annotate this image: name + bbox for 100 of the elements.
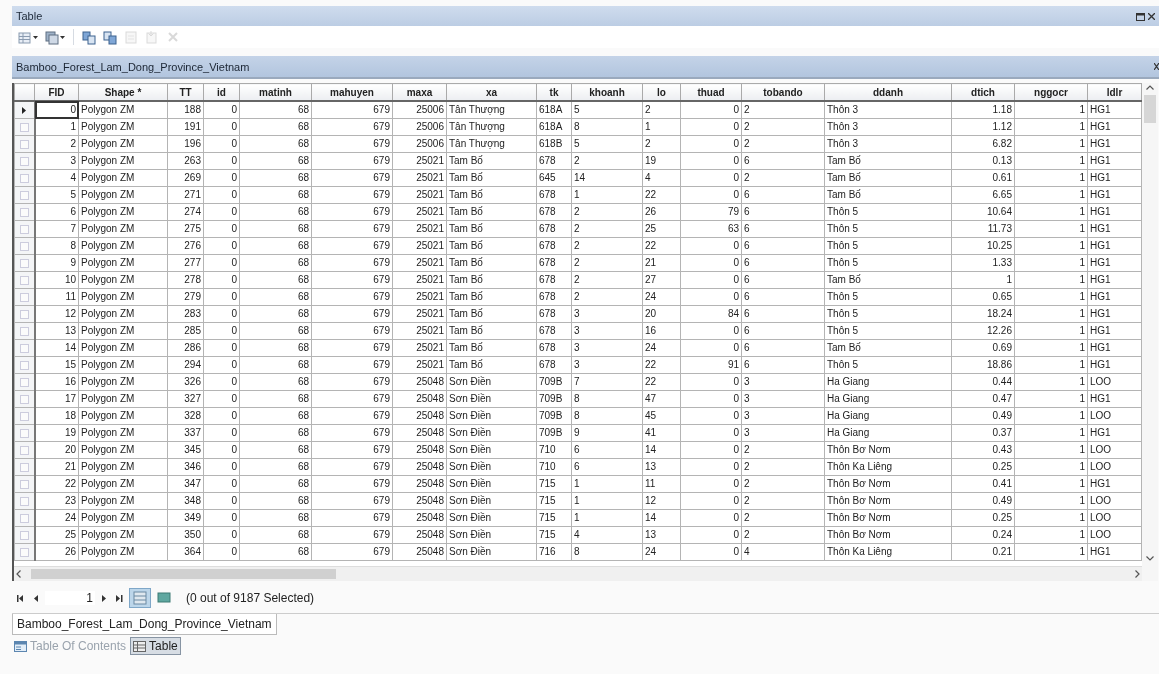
table-cell: 679 bbox=[311, 203, 393, 221]
table-cell: 0 bbox=[680, 543, 742, 561]
table-cell: 2 bbox=[571, 152, 643, 170]
table-cell: 1 bbox=[1014, 152, 1088, 170]
column-header[interactable]: FID bbox=[34, 83, 79, 101]
dock-tab[interactable]: Table bbox=[131, 638, 180, 654]
table-cell: 0 bbox=[203, 186, 240, 204]
table-cell: 618B bbox=[536, 135, 572, 153]
table-cell: 1 bbox=[1014, 237, 1088, 255]
table-cell: 6 bbox=[741, 288, 825, 306]
table-cell: 79 bbox=[680, 203, 742, 221]
column-header[interactable]: id bbox=[203, 83, 240, 101]
table-cell: 1 bbox=[1014, 254, 1088, 272]
table-cell: 22 bbox=[34, 475, 79, 493]
table-cell: HG1 bbox=[1087, 169, 1142, 187]
table-cell: 678 bbox=[536, 237, 572, 255]
column-header[interactable]: tk bbox=[536, 83, 572, 101]
table-cell: 25048 bbox=[392, 458, 447, 476]
table-cell: 346 bbox=[167, 458, 204, 476]
swap-icon bbox=[103, 29, 117, 45]
table-cell: 91 bbox=[680, 356, 742, 374]
table-cell: 1 bbox=[34, 118, 79, 136]
column-header[interactable]: ldlr bbox=[1087, 83, 1142, 101]
scroll-left-button[interactable] bbox=[14, 568, 23, 580]
table-cell: HG1 bbox=[1087, 237, 1142, 255]
table-cell: 25021 bbox=[392, 220, 447, 238]
table-cell: 364 bbox=[167, 543, 204, 561]
column-header[interactable]: khoanh bbox=[571, 83, 643, 101]
table-cell: 679 bbox=[311, 373, 393, 391]
table-cell: HG1 bbox=[1087, 424, 1142, 442]
table-cell: HG1 bbox=[1087, 271, 1142, 289]
previous-record-button[interactable] bbox=[31, 592, 41, 604]
table-cell: Tam Bố bbox=[446, 237, 537, 255]
column-header[interactable]: TT bbox=[167, 83, 204, 101]
column-header[interactable]: matinh bbox=[239, 83, 312, 101]
record-field[interactable]: 1 bbox=[45, 591, 95, 605]
table-cell: 679 bbox=[311, 322, 393, 340]
table-cell: Thôn Ka Liêng bbox=[824, 543, 952, 561]
table-cell: 22 bbox=[642, 237, 681, 255]
table-cell: Thôn 5 bbox=[824, 220, 952, 238]
table-cell: 1 bbox=[1014, 475, 1088, 493]
checkbox-icon bbox=[19, 394, 29, 404]
table-cell: Sơn Điền bbox=[446, 458, 537, 476]
scrollbar-thumb[interactable] bbox=[1144, 95, 1156, 123]
table-cell: 2 bbox=[571, 288, 643, 306]
table-cell: Polygon ZM bbox=[78, 254, 168, 272]
table-cell: 0 bbox=[203, 526, 240, 544]
table-cell: 26 bbox=[34, 543, 79, 561]
table-cell: Thôn Bơ Nơm bbox=[824, 441, 952, 459]
table-cell: HG1 bbox=[1087, 305, 1142, 323]
table-cell: Polygon ZM bbox=[78, 305, 168, 323]
table-cell: 2 bbox=[642, 135, 681, 153]
column-header[interactable]: lo bbox=[642, 83, 681, 101]
table-cell: Tam Bố bbox=[446, 339, 537, 357]
table-cell: 0 bbox=[680, 441, 742, 459]
table-cell: 0 bbox=[680, 271, 742, 289]
table-cell: 279 bbox=[167, 288, 204, 306]
column-header[interactable]: tobando bbox=[741, 83, 825, 101]
next-record-button[interactable] bbox=[99, 592, 109, 604]
table-cell: 84 bbox=[680, 305, 742, 323]
column-header[interactable]: xa bbox=[446, 83, 537, 101]
column-header[interactable]: dtich bbox=[951, 83, 1015, 101]
scroll-right-button[interactable] bbox=[1133, 568, 1142, 580]
scroll-down-button[interactable] bbox=[1144, 554, 1156, 563]
column-header[interactable]: maxa bbox=[392, 83, 447, 101]
table-cell: 1 bbox=[1014, 390, 1088, 408]
checkbox-icon bbox=[19, 377, 29, 387]
column-header[interactable]: thuad bbox=[680, 83, 742, 101]
table-cell: 68 bbox=[239, 203, 312, 221]
checkbox-icon bbox=[19, 275, 29, 285]
table-cell: Ha Giang bbox=[824, 407, 952, 425]
table-cell: 8 bbox=[571, 543, 643, 561]
table-cell: 0 bbox=[680, 101, 742, 119]
column-header[interactable]: ddanh bbox=[824, 83, 952, 101]
table-cell: Tam Bố bbox=[446, 152, 537, 170]
table-cell: 0 bbox=[203, 322, 240, 340]
table-cell: 1 bbox=[571, 186, 643, 204]
scroll-up-button[interactable] bbox=[1144, 83, 1156, 92]
table-cell: 0 bbox=[680, 339, 742, 357]
table-cell: 25021 bbox=[392, 356, 447, 374]
table-cell: 0.13 bbox=[951, 152, 1015, 170]
table-cell: 25006 bbox=[392, 118, 447, 136]
table-cell: 68 bbox=[239, 220, 312, 238]
last-record-button[interactable] bbox=[113, 592, 126, 604]
table-cell: 26 bbox=[642, 203, 681, 221]
column-header[interactable]: Shape * bbox=[78, 83, 168, 101]
table-cell: 678 bbox=[536, 288, 572, 306]
chevron-down-icon bbox=[1146, 556, 1154, 561]
table-cell: 0.24 bbox=[951, 526, 1015, 544]
column-header[interactable]: mahuyen bbox=[311, 83, 393, 101]
table-cell: 277 bbox=[167, 254, 204, 272]
table-cell: 14 bbox=[642, 509, 681, 527]
table-cell: 0 bbox=[203, 101, 240, 119]
table-tab[interactable]: Bamboo_Forest_Lam_Dong_Province_Vietnam bbox=[12, 614, 277, 635]
column-header[interactable]: nggocr bbox=[1014, 83, 1088, 101]
table-cell: 20 bbox=[642, 305, 681, 323]
scrollbar-thumb[interactable] bbox=[31, 569, 336, 579]
previous-icon bbox=[34, 594, 38, 602]
table-cell: Polygon ZM bbox=[78, 441, 168, 459]
checkbox-icon bbox=[19, 462, 29, 472]
